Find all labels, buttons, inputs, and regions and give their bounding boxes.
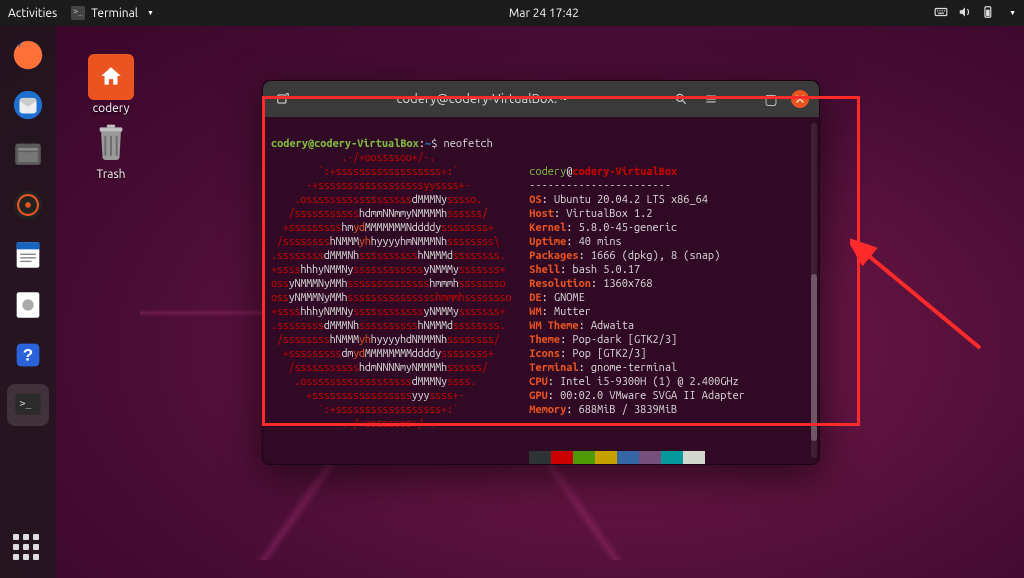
terminal-scrollbar[interactable] [811, 123, 817, 458]
dock-terminal[interactable]: >_ [7, 384, 49, 426]
dock: ? >_ [0, 26, 56, 578]
volume-icon[interactable] [958, 5, 972, 22]
keyboard-icon[interactable] [934, 5, 948, 22]
color-swatch-row-1 [529, 451, 745, 464]
desktop-trash-label: Trash [72, 168, 150, 181]
terminal-window[interactable]: codery@codery-VirtualBox: ~ － ▢ codery@c… [262, 80, 820, 465]
close-button[interactable] [791, 90, 809, 108]
svg-text:?: ? [23, 346, 33, 365]
desktop-home-folder[interactable]: codery [72, 54, 150, 115]
system-menu-chevron-icon[interactable]: ▼ [1009, 9, 1016, 17]
dock-firefox[interactable] [7, 34, 49, 76]
search-button[interactable] [671, 89, 691, 109]
scrollbar-thumb[interactable] [811, 274, 817, 442]
neofetch-info: codery@codery-VirtualBox ---------------… [529, 151, 745, 464]
terminal-title: codery@codery-VirtualBox: ~ [303, 92, 661, 106]
neofetch-ascii: .-/+oossssoo+/-. `:+ssssssssssssssssss+:… [271, 151, 511, 464]
clock[interactable]: Mar 24 17:42 [154, 7, 934, 20]
desktop-home-label: codery [72, 102, 150, 115]
menu-button[interactable] [701, 89, 721, 109]
terminal-icon [71, 6, 85, 20]
dock-rhythmbox[interactable] [7, 184, 49, 226]
dock-writer[interactable] [7, 234, 49, 276]
activities-button[interactable]: Activities [8, 7, 57, 20]
battery-icon[interactable] [982, 5, 996, 22]
app-menu[interactable]: Terminal▼ [71, 6, 154, 20]
svg-text:>_: >_ [20, 398, 32, 409]
minimize-button[interactable]: － [731, 89, 751, 109]
dock-files[interactable] [7, 134, 49, 176]
new-tab-button[interactable] [273, 89, 293, 109]
dock-apps-grid[interactable] [7, 528, 49, 570]
command: neofetch [444, 138, 493, 150]
desktop-trash[interactable]: Trash [72, 120, 150, 181]
maximize-button[interactable]: ▢ [761, 89, 781, 109]
dock-app[interactable] [7, 284, 49, 326]
terminal-titlebar[interactable]: codery@codery-VirtualBox: ~ － ▢ [263, 81, 819, 117]
top-bar: Activities Terminal▼ Mar 24 17:42 ▼ [0, 0, 1024, 26]
dock-thunderbird[interactable] [7, 84, 49, 126]
dock-help[interactable]: ? [7, 334, 49, 376]
terminal-body[interactable]: codery@codery-VirtualBox:~$ neofetch .-/… [263, 117, 819, 464]
